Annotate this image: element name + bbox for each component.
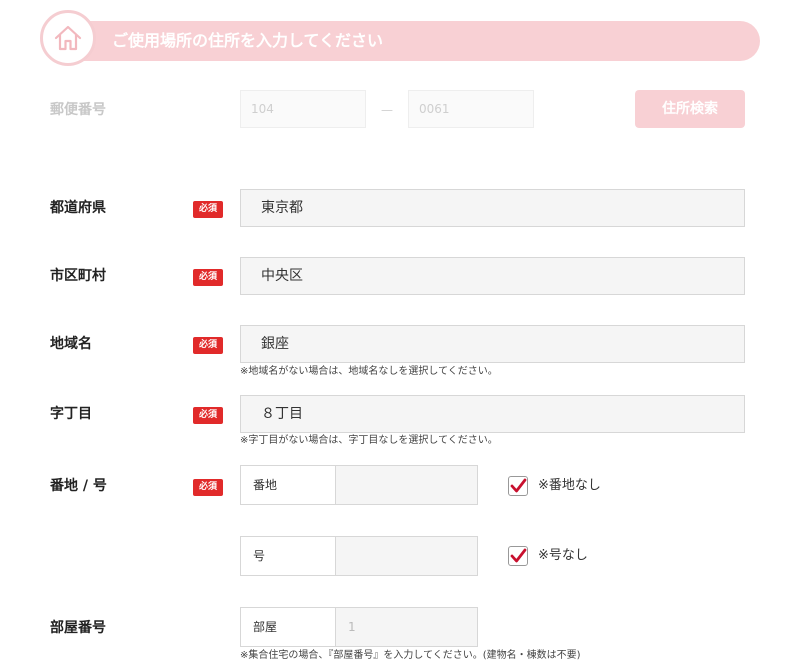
banchi-none-label[interactable]: ※番地なし — [538, 476, 601, 496]
go-input[interactable] — [335, 537, 477, 575]
banchi-input[interactable] — [335, 466, 477, 504]
banchi-input-group: 番地 — [240, 465, 478, 505]
home-icon-circle — [40, 10, 96, 66]
banchi-go-label: 番地 / 号 — [50, 478, 107, 494]
room-input-group: 部屋 1 — [240, 607, 478, 647]
postal-code-label: 郵便番号 — [50, 102, 106, 118]
go-sub-label: 号 — [253, 549, 266, 563]
prefecture-field[interactable]: 東京都 — [240, 189, 745, 227]
area-label: 地域名 — [50, 336, 92, 352]
chome-label: 字丁目 — [50, 406, 92, 422]
required-badge: 必須 — [193, 407, 223, 424]
required-badge: 必須 — [193, 337, 223, 354]
room-sub-label: 部屋 — [253, 620, 278, 634]
go-none-label[interactable]: ※号なし — [538, 546, 588, 566]
section-title: ご使用場所の住所を入力してください — [112, 31, 384, 50]
chome-note: ※字丁目がない場合は、字丁目なしを選択してください。 — [240, 435, 498, 446]
room-input[interactable]: 1 — [335, 608, 477, 646]
postal-code-separator: — — [381, 103, 393, 117]
checkmark-icon — [510, 548, 527, 563]
go-none-checkbox[interactable] — [508, 546, 528, 566]
required-badge: 必須 — [193, 201, 223, 218]
required-badge: 必須 — [193, 269, 223, 286]
prefecture-label: 都道府県 — [50, 200, 106, 216]
banchi-sub-label: 番地 — [253, 478, 278, 492]
address-search-button[interactable]: 住所検索 — [635, 90, 745, 128]
chome-field[interactable]: ８丁目 — [240, 395, 745, 433]
checkmark-icon — [510, 478, 527, 493]
home-icon — [54, 25, 82, 51]
city-field[interactable]: 中央区 — [240, 257, 745, 295]
postal-code-second-input[interactable]: 0061 — [408, 90, 534, 128]
room-number-label: 部屋番号 — [50, 620, 106, 636]
city-label: 市区町村 — [50, 268, 106, 284]
go-input-group: 号 — [240, 536, 478, 576]
area-note: ※地域名がない場合は、地域名なしを選択してください。 — [240, 366, 498, 377]
room-note: ※集合住宅の場合、『部屋番号』を入力してください。(建物名・棟数は不要) — [240, 650, 581, 661]
required-badge: 必須 — [193, 479, 223, 496]
banchi-none-checkbox[interactable] — [508, 476, 528, 496]
area-field[interactable]: 銀座 — [240, 325, 745, 363]
postal-code-first-input[interactable]: 104 — [240, 90, 366, 128]
